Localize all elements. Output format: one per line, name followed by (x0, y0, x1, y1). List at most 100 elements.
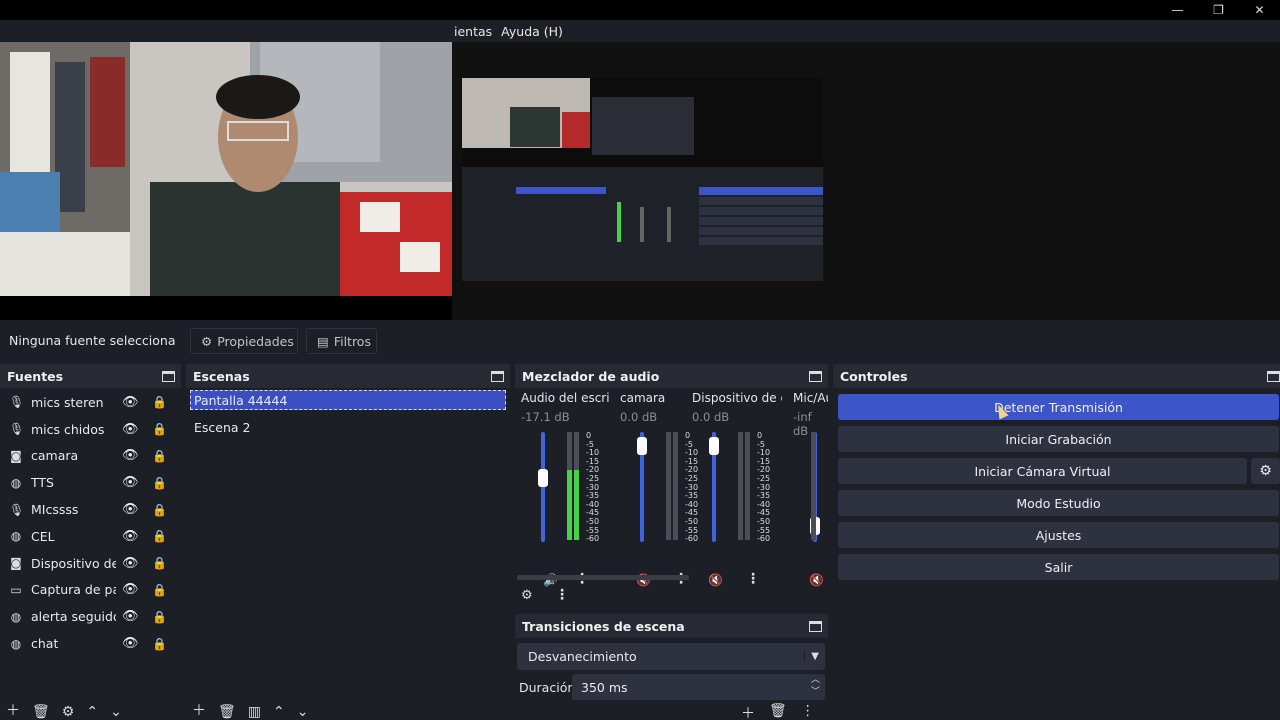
source-item[interactable]: ◙ camara 👁 🔒 (0, 443, 181, 470)
control-button[interactable]: Iniciar Cámara Virtual (838, 458, 1247, 484)
fader-handle[interactable] (637, 436, 647, 455)
level-meter (666, 432, 671, 540)
control-button[interactable]: Modo Estudio (838, 490, 1279, 516)
muted-icon[interactable]: 🔇 (708, 573, 723, 587)
more-options-icon[interactable]: ⋮ (555, 587, 569, 603)
undock-icon[interactable] (162, 370, 175, 382)
gear-icon: ⚙ (1259, 463, 1272, 479)
lock-icon[interactable]: 🔒 (152, 476, 167, 490)
source-item[interactable]: 🎙 mics steren 👁 🔒 (0, 389, 181, 416)
channel-db: 0.0 dB (692, 410, 730, 424)
sources-list: 🎙 mics steren 👁 🔒 🎙 mics chidos 👁 🔒 ◙ camara 👁 🔒 ◍ TT… (0, 388, 181, 720)
filters-button[interactable]: ▤ Filtros (306, 328, 377, 354)
microphone-icon: 🎙 (9, 502, 25, 517)
trash-icon[interactable]: 🗑 (218, 704, 236, 720)
gear-icon[interactable]: ⚙ (521, 588, 533, 603)
move-up-icon[interactable]: ⌃ (273, 704, 285, 720)
minimize-button[interactable]: — (1157, 0, 1198, 20)
source-item[interactable]: 🎙 MIcssss 👁 🔒 (0, 496, 181, 523)
undock-icon[interactable] (491, 370, 504, 382)
properties-button[interactable]: ⚙ Propiedades (190, 328, 298, 354)
move-down-icon[interactable]: ⌄ (297, 704, 309, 720)
eye-icon[interactable]: 👁 (122, 395, 139, 410)
eye-icon[interactable]: 👁 (122, 556, 139, 571)
source-item[interactable]: ◍ chat 👁 🔒 (0, 630, 181, 657)
more-options-icon[interactable]: ⋮ (801, 703, 815, 720)
mixer-scrollbar[interactable] (517, 575, 689, 580)
source-item[interactable]: ◍ TTS 👁 🔒 (0, 469, 181, 496)
source-item[interactable]: ◙ Dispositivo de c 👁 🔒 (0, 550, 181, 577)
transitions-footer: ＋ 🗑 ⋮ (741, 703, 815, 720)
add-icon[interactable]: ＋ (741, 703, 755, 720)
maximize-button[interactable]: ❐ (1198, 0, 1239, 20)
eye-icon[interactable]: 👁 (122, 529, 139, 544)
level-meter (811, 432, 816, 540)
source-name: chat (31, 636, 59, 652)
preview-area[interactable] (0, 42, 1280, 320)
eye-icon[interactable]: 👁 (122, 609, 139, 624)
lock-icon[interactable]: 🔒 (152, 610, 167, 624)
source-item[interactable]: ◍ alerta seguidor 👁 🔒 (0, 603, 181, 630)
move-down-icon[interactable]: ⌄ (110, 704, 122, 720)
eye-icon[interactable]: 👁 (122, 475, 139, 490)
lock-icon[interactable]: 🔒 (152, 529, 167, 543)
lock-icon[interactable]: 🔒 (152, 637, 167, 651)
lock-icon[interactable]: 🔒 (152, 422, 167, 436)
stepper-icon[interactable]: ︿ ﹀ (811, 674, 820, 698)
lock-icon[interactable]: 🔒 (152, 503, 167, 517)
volume-fader[interactable] (541, 432, 545, 542)
source-name: Dispositivo de c (31, 555, 116, 571)
scene-item[interactable]: Pantalla 44444 (190, 390, 506, 410)
eye-icon[interactable]: 👁 (122, 502, 139, 517)
undock-icon[interactable] (809, 620, 822, 632)
eye-icon[interactable]: 👁 (122, 582, 139, 597)
menu-item-tools[interactable]: ientas (452, 24, 499, 39)
add-icon[interactable]: ＋ (6, 702, 20, 720)
source-name: TTS (31, 475, 54, 491)
mixer-channel: Dispositivo de ca 0.0 dB 0-5-10-15-20-25-3… (692, 388, 787, 588)
browser-icon: ◍ (10, 529, 22, 544)
nested-preview-screenshot (462, 77, 823, 281)
source-item[interactable]: ◍ CEL 👁 🔒 (0, 523, 181, 550)
trash-icon[interactable]: 🗑 (769, 703, 787, 720)
browser-icon: ◍ (10, 609, 22, 624)
source-item[interactable]: 🎙 mics chidos 👁 🔒 (0, 416, 181, 443)
close-button[interactable]: ✕ (1239, 0, 1280, 20)
source-item[interactable]: ▭ Captura de pant 👁 🔒 (0, 577, 181, 604)
eye-icon[interactable]: 👁 (122, 448, 139, 463)
filter-icon: ▤ (317, 333, 329, 349)
microphone-icon: 🎙 (9, 422, 25, 437)
eye-icon[interactable]: 👁 (122, 636, 139, 651)
lock-icon[interactable]: 🔒 (152, 395, 167, 409)
gear-icon[interactable]: ⚙ (62, 704, 75, 720)
control-button[interactable]: Salir (838, 554, 1279, 580)
menu-item-help[interactable]: Ayuda (H) (499, 24, 570, 39)
lock-icon[interactable]: 🔒 (152, 449, 167, 463)
controls-title: Controles (840, 368, 908, 384)
eye-icon[interactable]: 👁 (122, 422, 139, 437)
muted-icon[interactable]: 🔇 (809, 573, 824, 587)
menu-bar: ientas Ayuda (H) (452, 20, 1280, 42)
filter-icon[interactable]: ▥ (248, 704, 261, 720)
undock-icon[interactable] (1267, 370, 1280, 382)
duration-input[interactable]: 350 ms ︿ ﹀ (572, 674, 825, 700)
tick-label: -60 (586, 534, 600, 544)
trash-icon[interactable]: 🗑 (32, 704, 50, 720)
more-options-icon[interactable]: ⋮ (746, 571, 760, 587)
control-button[interactable]: Iniciar Grabación (838, 426, 1279, 452)
fader-handle[interactable] (709, 436, 719, 455)
channel-name: Dispositivo de ca (692, 391, 782, 405)
lock-icon[interactable]: 🔒 (152, 583, 167, 597)
meter-ticks: 0 -5 -10 -15 -20 -25 -30 -35 -40 -45 -50 -55 -60 (757, 431, 770, 544)
scene-item[interactable]: Escena 2 (186, 414, 510, 440)
lock-icon[interactable]: 🔒 (152, 556, 167, 570)
control-button-label: Detener Transmisión (994, 399, 1123, 415)
control-button[interactable]: Ajustes (838, 522, 1279, 548)
control-button[interactable]: Detener Transmisión (838, 394, 1279, 420)
move-up-icon[interactable]: ⌃ (86, 704, 98, 720)
transition-select[interactable]: Desvanecimiento ▼ (517, 643, 825, 670)
add-icon[interactable]: ＋ (192, 702, 206, 720)
undock-icon[interactable] (809, 370, 822, 382)
fader-handle[interactable] (538, 468, 548, 487)
virtual-camera-settings-button[interactable]: ⚙ (1251, 458, 1280, 484)
